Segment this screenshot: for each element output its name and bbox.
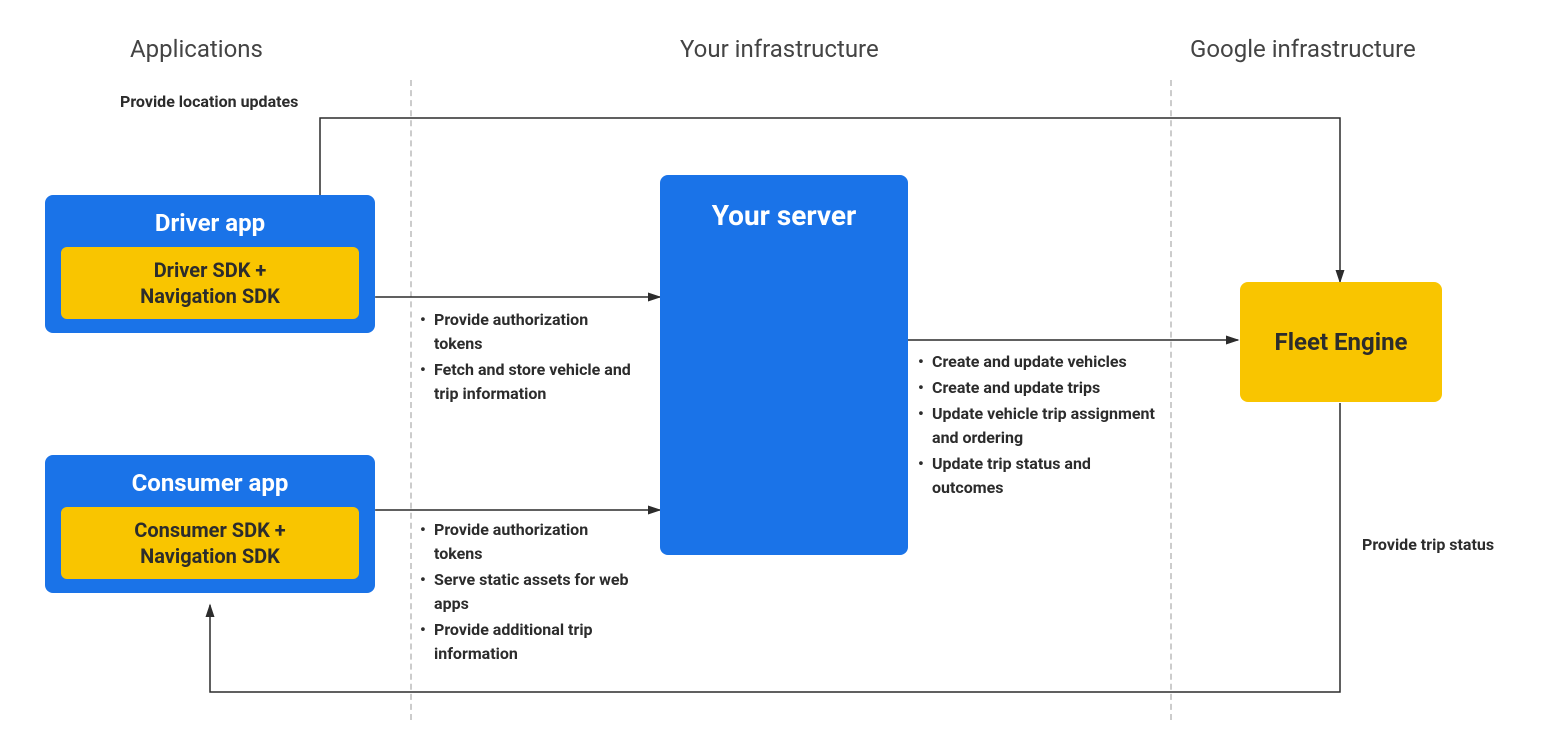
fleet-engine-box: Fleet Engine (1240, 282, 1442, 402)
label-server-fleet-item: Create and update vehicles (918, 350, 1163, 374)
divider-right (1170, 80, 1172, 720)
label-driver-server: Provide authorization tokens Fetch and s… (420, 308, 635, 408)
label-server-fleet-item: Create and update trips (918, 376, 1163, 400)
label-server-fleet-item: Update trip status and outcomes (918, 452, 1163, 500)
label-consumer-server-item: Provide authorization tokens (420, 518, 635, 566)
consumer-app-title: Consumer app (61, 469, 359, 497)
label-location-updates: Provide location updates (120, 92, 298, 111)
label-driver-server-item: Fetch and store vehicle and trip informa… (420, 358, 635, 406)
consumer-app-sdk: Consumer SDK + Navigation SDK (61, 507, 359, 579)
fleet-engine-label: Fleet Engine (1275, 328, 1408, 356)
divider-left (410, 80, 412, 720)
consumer-app-box: Consumer app Consumer SDK + Navigation S… (45, 455, 375, 593)
label-server-fleet: Create and update vehicles Create and up… (918, 350, 1163, 502)
section-header-applications: Applications (130, 35, 263, 63)
label-driver-server-item: Provide authorization tokens (420, 308, 635, 356)
driver-app-sdk: Driver SDK + Navigation SDK (61, 247, 359, 319)
driver-app-title: Driver app (61, 209, 359, 237)
driver-app-box: Driver app Driver SDK + Navigation SDK (45, 195, 375, 333)
label-consumer-server: Provide authorization tokens Serve stati… (420, 518, 635, 668)
section-header-google-infra: Google infrastructure (1190, 35, 1416, 63)
label-consumer-server-item: Serve static assets for web apps (420, 568, 635, 616)
label-trip-status: Provide trip status (1362, 535, 1494, 554)
your-server-title: Your server (676, 199, 892, 232)
your-server-box: Your server (660, 175, 908, 555)
label-server-fleet-item: Update vehicle trip assignment and order… (918, 402, 1163, 450)
label-consumer-server-item: Provide additional trip information (420, 618, 635, 666)
section-header-your-infra: Your infrastructure (680, 35, 879, 63)
